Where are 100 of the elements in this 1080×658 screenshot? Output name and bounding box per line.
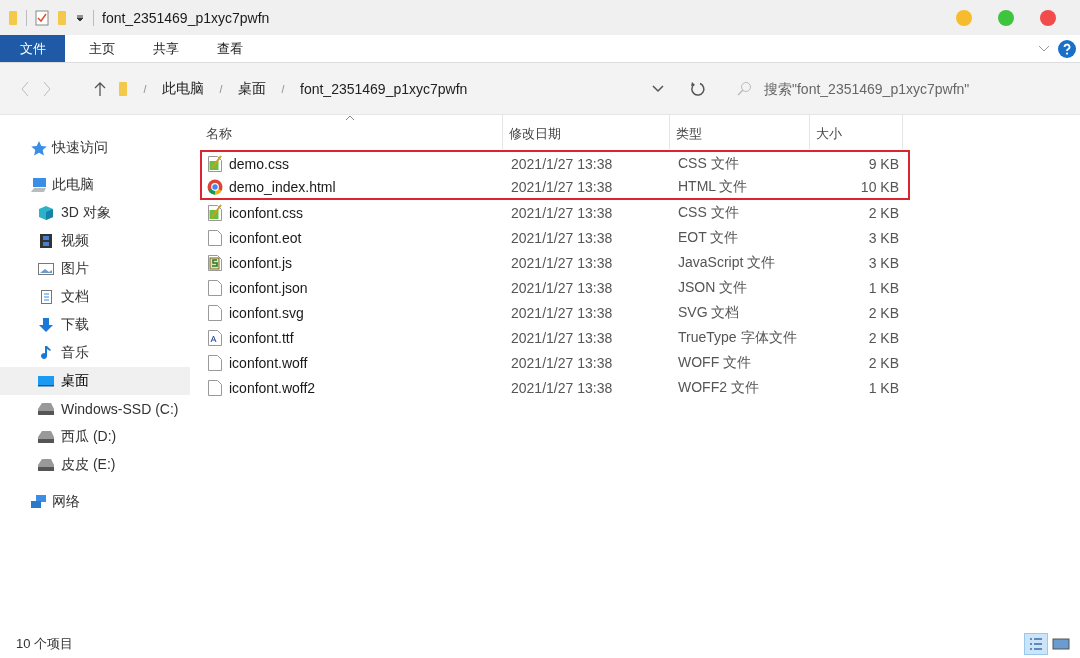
file-name: iconfont.eot xyxy=(229,229,302,246)
drive-icon xyxy=(37,429,55,445)
sidebar-item[interactable]: 网络 xyxy=(0,488,190,516)
modified-date: 2021/1/27 13:38 xyxy=(510,379,614,396)
back-icon[interactable] xyxy=(20,80,30,97)
file-type: EOT 文件 xyxy=(677,228,740,247)
column-header[interactable]: 大小 xyxy=(810,115,903,149)
blank-file-icon xyxy=(207,228,223,247)
file-name: demo.css xyxy=(229,155,289,172)
ribbon-tab[interactable]: 共享 xyxy=(135,35,197,62)
file-row[interactable]: iconfont.svg 2021/1/27 13:38 SVG 文档 2 KB xyxy=(200,300,910,325)
path-separator-icon xyxy=(142,83,148,94)
drive-icon xyxy=(37,401,55,417)
file-size: 2 KB xyxy=(867,304,900,321)
window-title: font_2351469_p1xyc7pwfn xyxy=(102,9,270,26)
refresh-icon[interactable] xyxy=(690,80,706,97)
picture-icon xyxy=(37,261,55,277)
dropdown-icon[interactable] xyxy=(75,12,85,23)
modified-date: 2021/1/27 13:38 xyxy=(510,254,614,271)
details-view-icon[interactable] xyxy=(1025,634,1047,654)
file-name: iconfont.woff xyxy=(229,354,308,371)
css-file-icon xyxy=(207,203,223,222)
file-size: 1 KB xyxy=(867,379,900,396)
ribbon-tab[interactable]: 查看 xyxy=(199,35,261,62)
modified-date: 2021/1/27 13:38 xyxy=(510,304,614,321)
cube-icon xyxy=(37,205,55,221)
sidebar-item[interactable]: 视频 xyxy=(0,227,190,255)
font-file-icon xyxy=(207,328,223,347)
sidebar-item[interactable]: 皮皮 (E:) xyxy=(0,451,190,479)
column-header[interactable]: 类型 xyxy=(670,115,810,149)
sort-ascending-icon xyxy=(345,115,355,121)
search-field[interactable]: 搜索"font_2351469_p1xyc7pwfn" xyxy=(736,75,1066,102)
modified-date: 2021/1/27 13:38 xyxy=(510,229,614,246)
forward-icon[interactable] xyxy=(42,80,52,97)
computer-icon xyxy=(30,177,48,193)
file-size: 3 KB xyxy=(867,229,900,246)
blank-file-icon xyxy=(207,378,223,397)
up-icon[interactable] xyxy=(94,80,106,97)
expand-ribbon-icon[interactable] xyxy=(1038,44,1050,53)
file-row[interactable]: iconfont.ttf 2021/1/27 13:38 TrueType 字体文件 2 KB xyxy=(200,325,910,350)
sidebar-item[interactable]: 3D 对象 xyxy=(0,199,190,227)
star-icon xyxy=(30,140,48,156)
file-type: JSON 文件 xyxy=(677,278,749,297)
sidebar-item[interactable]: 文档 xyxy=(0,283,190,311)
blank-file-icon xyxy=(207,278,223,297)
column-header[interactable]: 名称 xyxy=(200,115,503,149)
close-button[interactable] xyxy=(1040,9,1056,26)
sidebar-item[interactable]: Windows-SSD (C:) xyxy=(0,395,190,423)
sidebar-item[interactable]: 下载 xyxy=(0,311,190,339)
breadcrumb-item[interactable]: font_2351469_p1xyc7pwfn xyxy=(300,80,468,97)
file-type: WOFF 文件 xyxy=(677,353,753,372)
sidebar-item[interactable]: 图片 xyxy=(0,255,190,283)
folder-icon xyxy=(118,80,128,97)
file-type: SVG 文档 xyxy=(677,303,741,322)
breadcrumb-item[interactable]: 桌面 xyxy=(238,79,266,98)
column-header[interactable]: 修改日期 xyxy=(503,115,670,149)
sidebar-item[interactable]: 桌面 xyxy=(0,367,190,395)
file-name: iconfont.json xyxy=(229,279,308,296)
file-size: 3 KB xyxy=(867,254,900,271)
file-row[interactable]: iconfont.woff2 2021/1/27 13:38 WOFF2 文件 1 KB xyxy=(200,375,910,400)
file-type: WOFF2 文件 xyxy=(677,378,760,397)
ribbon-tab[interactable]: 主页 xyxy=(71,35,133,62)
modified-date: 2021/1/27 13:38 xyxy=(510,178,614,195)
file-size: 2 KB xyxy=(867,354,900,371)
ribbon-tab[interactable]: 文件 xyxy=(0,35,65,62)
drive-icon xyxy=(37,457,55,473)
help-icon[interactable] xyxy=(1058,39,1076,58)
script-file-icon xyxy=(207,253,223,272)
sidebar-item[interactable]: 音乐 xyxy=(0,339,190,367)
file-type: HTML 文件 xyxy=(677,177,749,196)
file-type: CSS 文件 xyxy=(677,203,740,222)
file-row[interactable]: iconfont.css 2021/1/27 13:38 CSS 文件 2 KB xyxy=(200,200,910,225)
maximize-button[interactable] xyxy=(998,9,1014,26)
file-size: 9 KB xyxy=(867,155,900,172)
file-type: CSS 文件 xyxy=(677,154,740,173)
file-name: iconfont.js xyxy=(229,254,293,271)
file-row[interactable]: iconfont.woff 2021/1/27 13:38 WOFF 文件 2 KB xyxy=(200,350,910,375)
file-type: TrueType 字体文件 xyxy=(677,328,798,347)
file-row[interactable]: iconfont.json 2021/1/27 13:38 JSON 文件 1 KB xyxy=(200,275,910,300)
file-row[interactable]: iconfont.eot 2021/1/27 13:38 EOT 文件 3 KB xyxy=(200,225,910,250)
item-count: 10 个项目 xyxy=(16,635,74,653)
sidebar-item[interactable]: 快速访问 xyxy=(0,134,190,162)
browser-file-icon xyxy=(207,177,223,196)
search-icon xyxy=(736,80,752,97)
file-size: 10 KB xyxy=(859,178,900,195)
file-row[interactable]: demo_index.html 2021/1/27 13:38 HTML 文件 10 KB xyxy=(200,175,910,200)
file-row[interactable]: iconfont.js 2021/1/27 13:38 JavaScript 文件 3 KB xyxy=(200,250,910,275)
breadcrumb-item[interactable]: 此电脑 xyxy=(162,79,204,98)
network-icon xyxy=(30,494,48,510)
path-separator-icon xyxy=(280,83,286,94)
path-separator-icon xyxy=(218,83,224,94)
sidebar-item[interactable]: 西瓜 (D:) xyxy=(0,423,190,451)
css-file-icon xyxy=(207,154,223,173)
film-icon xyxy=(37,233,55,249)
properties-icon[interactable] xyxy=(35,9,49,26)
modified-date: 2021/1/27 13:38 xyxy=(510,155,614,172)
history-dropdown-icon[interactable] xyxy=(652,84,664,93)
desktop-icon xyxy=(37,373,55,389)
sidebar-item[interactable]: 此电脑 xyxy=(0,171,190,199)
file-row[interactable]: demo.css 2021/1/27 13:38 CSS 文件 9 KB xyxy=(200,150,910,175)
